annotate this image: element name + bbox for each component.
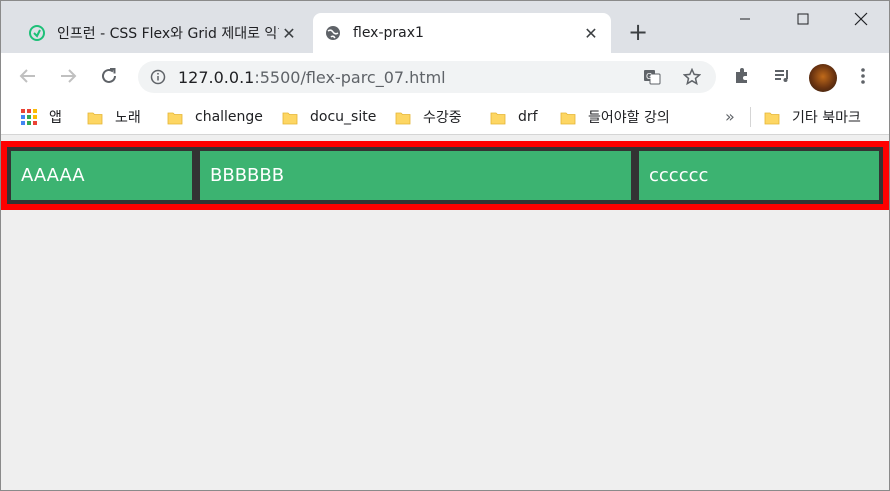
folder-icon bbox=[560, 110, 576, 125]
close-tab-icon[interactable]: ✕ bbox=[279, 23, 299, 43]
flex-item: cccccc bbox=[635, 147, 883, 204]
other-bookmarks[interactable]: 기타 북마크 bbox=[764, 107, 861, 127]
flex-container: AAAAA BBBBBB cccccc bbox=[1, 141, 889, 210]
folder-icon bbox=[490, 110, 506, 125]
flex-item: BBBBBB bbox=[196, 147, 635, 204]
url-path: :5500/flex-parc_07.html bbox=[254, 67, 446, 87]
media-control-icon[interactable] bbox=[771, 65, 793, 87]
flex-item: AAAAA bbox=[7, 147, 196, 204]
bookmark-label: 노래 bbox=[115, 110, 141, 126]
folder-icon bbox=[87, 110, 103, 125]
apps-grid-icon bbox=[21, 109, 37, 125]
globe-icon bbox=[325, 25, 341, 41]
bookmarks-overflow-chevron-icon[interactable]: » bbox=[725, 107, 735, 126]
bookmark-folder[interactable]: 노래 bbox=[87, 107, 141, 127]
more-menu-icon[interactable] bbox=[852, 65, 874, 87]
back-arrow-icon[interactable] bbox=[17, 65, 39, 87]
address-bar[interactable]: 127.0.0.1:5500/flex-parc_07.html G bbox=[138, 61, 716, 93]
bookmark-folder[interactable]: 들어야할 강의 bbox=[560, 107, 670, 127]
bookmark-folder[interactable]: docu_site bbox=[282, 107, 376, 127]
tab-title: 인프런 - CSS Flex와 Grid 제대로 익히기 bbox=[57, 26, 279, 42]
folder-icon bbox=[395, 110, 411, 125]
bookmark-label: drf bbox=[518, 109, 538, 125]
page-viewport: AAAAA BBBBBB cccccc bbox=[1, 141, 889, 490]
browser-toolbar: 127.0.0.1:5500/flex-parc_07.html G bbox=[1, 53, 889, 99]
reload-icon[interactable] bbox=[98, 65, 120, 87]
folder-icon bbox=[167, 110, 183, 125]
svg-text:G: G bbox=[646, 72, 652, 81]
bookmark-label: 들어야할 강의 bbox=[588, 110, 670, 126]
tab-strip: 인프런 - CSS Flex와 Grid 제대로 익히기 ✕ flex-prax… bbox=[1, 1, 889, 53]
close-tab-icon[interactable]: ✕ bbox=[581, 23, 601, 43]
bookmark-folder[interactable]: 수강중 bbox=[395, 107, 462, 127]
minimize-button[interactable] bbox=[725, 7, 765, 31]
new-tab-button[interactable]: + bbox=[627, 20, 649, 44]
bookmark-label: challenge bbox=[195, 109, 263, 125]
close-window-button[interactable] bbox=[841, 7, 881, 31]
folder-icon bbox=[764, 110, 780, 125]
browser-window: 인프런 - CSS Flex와 Grid 제대로 익히기 ✕ flex-prax… bbox=[0, 0, 890, 491]
bookmark-label: 앱 bbox=[49, 110, 62, 126]
inflearn-favicon-icon bbox=[29, 25, 45, 41]
extensions-puzzle-icon[interactable] bbox=[731, 65, 753, 87]
flex-row: AAAAA BBBBBB cccccc bbox=[7, 147, 883, 204]
folder-icon bbox=[282, 110, 298, 125]
forward-arrow-icon[interactable] bbox=[57, 65, 79, 87]
bookmarks-bar: 앱 노래 challenge docu_site 수강중 drf 들어야할 강의 bbox=[1, 99, 889, 135]
bookmark-label: 기타 북마크 bbox=[792, 110, 861, 126]
maximize-button[interactable] bbox=[783, 7, 823, 31]
bookmark-folder[interactable]: challenge bbox=[167, 107, 263, 127]
tab-flex-prax1[interactable]: flex-prax1 ✕ bbox=[313, 13, 611, 53]
tab-inflearn[interactable]: 인프런 - CSS Flex와 Grid 제대로 익히기 ✕ bbox=[17, 13, 309, 53]
bookmark-folder[interactable]: drf bbox=[490, 107, 538, 127]
bookmark-apps[interactable]: 앱 bbox=[21, 107, 62, 127]
profile-avatar[interactable] bbox=[809, 64, 837, 92]
url-host: 127.0.0.1 bbox=[178, 67, 255, 87]
tab-title: flex-prax1 bbox=[353, 25, 424, 41]
translate-icon[interactable]: G bbox=[642, 67, 662, 87]
bookmarks-divider bbox=[750, 107, 751, 127]
bookmark-label: docu_site bbox=[310, 109, 377, 125]
site-info-icon[interactable] bbox=[150, 69, 166, 85]
bookmark-star-icon[interactable] bbox=[682, 67, 702, 87]
url-text: 127.0.0.1:5500/flex-parc_07.html bbox=[178, 68, 446, 87]
bookmark-label: 수강중 bbox=[423, 110, 462, 126]
